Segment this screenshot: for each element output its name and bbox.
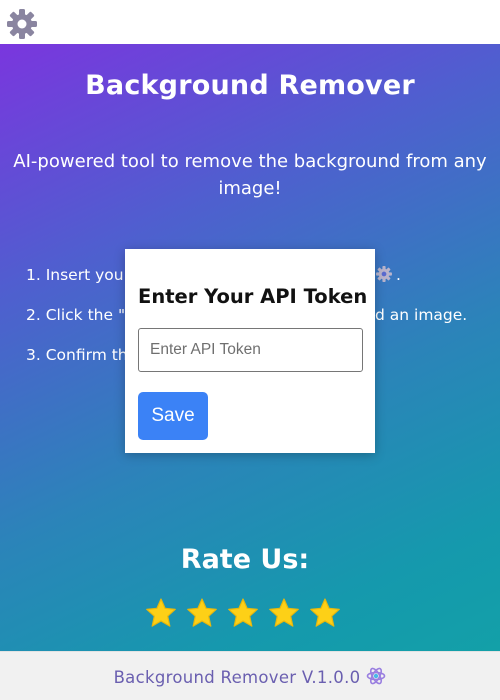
footer: Background Remover V.1.0.0 (0, 651, 500, 700)
settings-button[interactable] (5, 7, 39, 41)
atom-icon (367, 667, 386, 685)
step-1-tail: . (375, 264, 401, 286)
api-token-modal: Enter Your API Token Save (125, 249, 375, 453)
star-icon[interactable] (227, 597, 259, 629)
page-title: Background Remover (85, 70, 415, 101)
star-icon[interactable] (268, 597, 300, 629)
api-token-input[interactable] (138, 328, 363, 372)
version-text: Background Remover V.1.0.0 (113, 668, 361, 687)
gear-icon (7, 9, 37, 39)
page-subtitle: AI-powered tool to remove the background… (13, 151, 487, 199)
step-1-text: 1. Insert your (26, 266, 130, 284)
step-2-text: 2. Click the "C (26, 306, 136, 324)
footer-version: Background Remover V.1.0.0 (0, 666, 500, 687)
star-icon[interactable] (186, 597, 218, 629)
star-icon[interactable] (309, 597, 341, 629)
step-2-tail-text: d an image. (375, 306, 468, 324)
step-1-tail-text: . (396, 266, 401, 284)
save-button[interactable]: Save (138, 392, 208, 440)
step-3-text: 3. Confirm th (26, 346, 128, 364)
star-icon[interactable] (145, 597, 177, 629)
star-rating (145, 597, 345, 633)
rate-us-title: Rate Us: (180, 544, 310, 575)
modal-title: Enter Your API Token (138, 285, 368, 308)
top-bar (0, 0, 500, 44)
gear-icon (376, 266, 392, 282)
